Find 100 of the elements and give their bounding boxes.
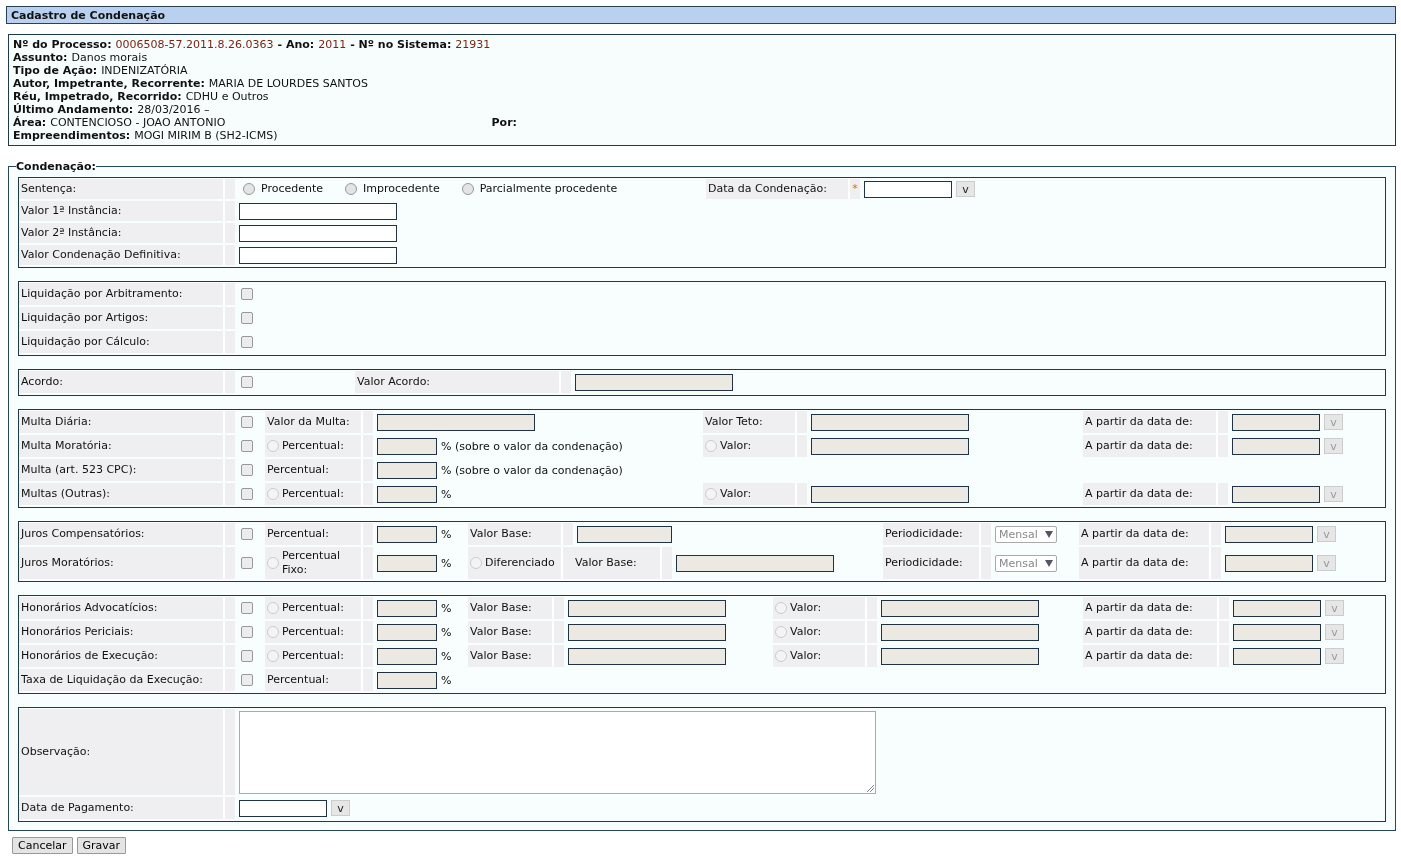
radio-button[interactable] xyxy=(775,650,787,662)
info-label: Empreendimentos: xyxy=(13,129,131,142)
radio-button[interactable] xyxy=(470,557,482,569)
required-asterisk: * xyxy=(852,182,858,195)
checkbox[interactable] xyxy=(241,626,253,638)
checkbox[interactable] xyxy=(241,488,253,500)
info-value: Danos morais xyxy=(71,51,148,64)
radio-button[interactable] xyxy=(267,650,279,662)
radio-button[interactable] xyxy=(705,488,717,500)
radio-button[interactable] xyxy=(345,182,358,195)
radio-button[interactable] xyxy=(267,602,279,614)
info-value: MOGI MIRIM B (SH2-ICMS) xyxy=(134,129,278,142)
field-label: Valor 2ª Instância: xyxy=(21,226,122,240)
field-label: A partir da data de: xyxy=(1085,487,1193,501)
field-label: Percentual: xyxy=(282,439,344,453)
info-label: Por: xyxy=(491,116,517,129)
radio-button[interactable] xyxy=(461,182,474,195)
radio-button[interactable] xyxy=(243,182,255,195)
date-field[interactable] xyxy=(864,180,952,198)
date-picker-button[interactable]: v xyxy=(956,181,975,197)
field-label: Valor da Multa: xyxy=(267,415,350,429)
radio-button[interactable] xyxy=(267,440,279,452)
date-picker-button[interactable]: v xyxy=(331,800,350,816)
radio-button[interactable] xyxy=(267,557,279,569)
text-field[interactable] xyxy=(239,224,397,242)
field-suffix: % xyxy=(441,601,452,615)
info-label: Assunto: xyxy=(13,51,68,64)
checkbox[interactable] xyxy=(241,288,253,300)
field-label: Percentual Fixo: xyxy=(282,549,342,577)
checkbox[interactable] xyxy=(241,602,253,614)
radio-button[interactable] xyxy=(267,626,279,638)
field-label: A partir da data de: xyxy=(1085,625,1193,639)
checkbox[interactable] xyxy=(241,336,253,348)
checkbox[interactable] xyxy=(241,557,253,569)
field-label: Percentual: xyxy=(282,649,344,663)
info-value: 0006508-57.2011.8.26.0363 xyxy=(115,38,274,51)
info-value: MARIA DE LOURDES SANTOS xyxy=(208,77,368,90)
field-label: Valor Teto: xyxy=(705,415,763,429)
date-field[interactable] xyxy=(239,799,327,817)
radio-button[interactable] xyxy=(775,626,787,638)
info-value: 28/03/2016 – xyxy=(137,103,210,116)
field-label: Valor Condenação Definitiva: xyxy=(21,248,181,262)
checkbox[interactable] xyxy=(241,376,253,388)
field-label: A partir da data de: xyxy=(1085,439,1193,453)
field-label: Valor Base: xyxy=(575,556,637,570)
field-label: Periodicidade: xyxy=(885,527,963,541)
page-title: Cadastro de Condenação xyxy=(6,6,1396,24)
field-label: A partir da data de: xyxy=(1085,415,1193,429)
field-label: Diferenciado xyxy=(485,556,555,570)
radio-button[interactable] xyxy=(267,488,279,500)
field-label: Multa (art. 523 CPC): xyxy=(21,463,137,477)
field-label: Liquidação por Cálculo: xyxy=(21,335,150,349)
field-label: Periodicidade: xyxy=(885,556,963,570)
field-suffix: % xyxy=(441,556,452,570)
field-label: Percentual: xyxy=(267,463,329,477)
field-label: Valor Base: xyxy=(470,527,532,541)
text-field[interactable] xyxy=(239,246,397,264)
info-label: Tipo de Ação: xyxy=(13,64,98,77)
checkbox[interactable] xyxy=(241,416,253,428)
field-label: Valor: xyxy=(720,439,752,453)
field-suffix: % xyxy=(441,625,452,639)
field-label: Acordo: xyxy=(21,375,63,389)
checkbox[interactable] xyxy=(241,674,253,686)
option-label: Improcedente xyxy=(363,182,440,195)
field-label: Valor Base: xyxy=(470,625,532,639)
field-label: Liquidação por Artigos: xyxy=(21,311,149,325)
field-label: A partir da data de: xyxy=(1081,556,1189,570)
info-label: - Nº no Sistema: xyxy=(350,38,452,51)
field-label: Honorários Periciais: xyxy=(21,625,134,639)
field-label: Valor: xyxy=(790,625,822,639)
field-label: Valor Acordo: xyxy=(357,375,431,389)
field-suffix: % xyxy=(441,487,452,501)
checkbox[interactable] xyxy=(241,312,253,324)
field-suffix: % xyxy=(441,673,452,687)
field-label: Honorários de Execução: xyxy=(21,649,158,663)
field-label: Multa Diária: xyxy=(21,415,92,429)
info-value: CONTENCIOSO - JOAO ANTONIO xyxy=(50,116,226,129)
field-label: Multas (Outras): xyxy=(21,487,111,501)
field-suffix: % xyxy=(441,527,452,541)
field-label: Liquidação por Arbitramento: xyxy=(21,287,183,301)
radio-button[interactable] xyxy=(705,440,717,452)
form-button[interactable]: Cancelar xyxy=(12,837,73,854)
checkbox[interactable] xyxy=(241,650,253,662)
info-label: Área: xyxy=(13,116,47,129)
field-label: A partir da data de: xyxy=(1085,649,1193,663)
info-value: 21931 xyxy=(455,38,491,51)
text-field[interactable] xyxy=(239,202,397,220)
checkbox[interactable] xyxy=(241,528,253,540)
checkbox[interactable] xyxy=(241,464,253,476)
field-label: Percentual: xyxy=(282,625,344,639)
checkbox[interactable] xyxy=(241,440,253,452)
field-label: Percentual: xyxy=(282,487,344,501)
field-label: Percentual: xyxy=(282,601,344,615)
field-label: Juros Moratórios: xyxy=(21,556,114,570)
info-value: 2011 xyxy=(318,38,347,51)
radio-button[interactable] xyxy=(775,602,787,614)
resize-grip-icon xyxy=(867,784,874,792)
field-label: Honorários Advocatícios: xyxy=(21,601,158,615)
field-label: Valor Base: xyxy=(470,649,532,663)
form-button[interactable]: Gravar xyxy=(76,837,127,854)
